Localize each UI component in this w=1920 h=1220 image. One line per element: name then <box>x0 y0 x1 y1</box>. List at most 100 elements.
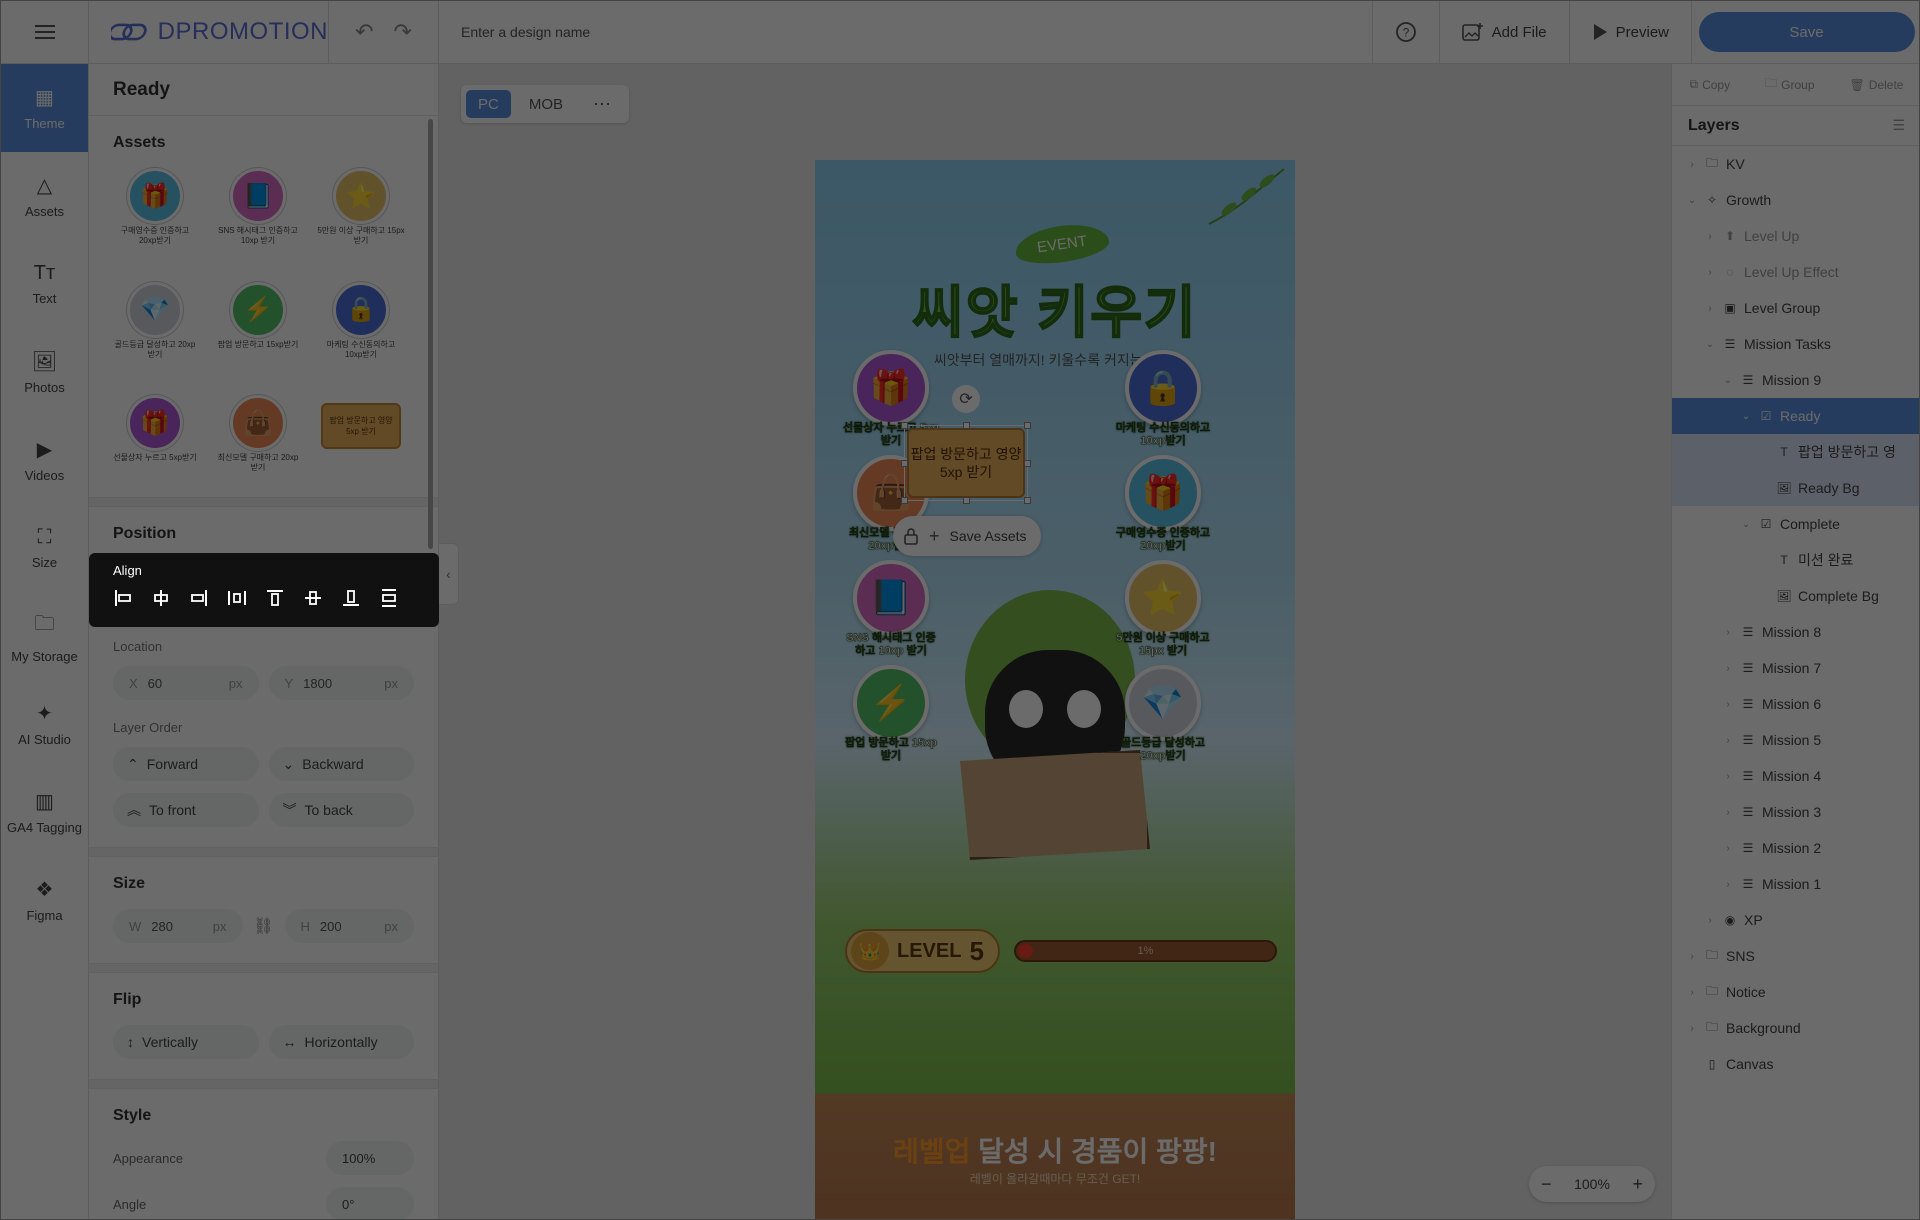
appearance-input[interactable]: 100% <box>326 1141 414 1175</box>
design-name-input[interactable]: Enter a design name <box>439 1 1372 64</box>
asset-item[interactable]: 팝업 방문하고 영양 5xp 받기 <box>317 395 405 477</box>
chevron-down-icon[interactable]: ⌄ <box>1704 339 1716 350</box>
mission-badge[interactable]: 🔒 마케팅 수신동의하고 10xp받기 <box>1115 350 1211 448</box>
layer-item[interactable]: › ☰ Mission 2 <box>1672 830 1919 866</box>
collapse-all-icon[interactable]: ☰ <box>1892 117 1905 134</box>
collapse-panel-button[interactable]: ‹ <box>439 543 459 605</box>
resize-handle[interactable] <box>901 497 908 504</box>
resize-handle[interactable] <box>1024 460 1031 467</box>
asset-item[interactable]: ⚡ 팝업 방문하고 15xp받기 <box>214 281 302 364</box>
group-button[interactable]: 🗀 Group <box>1765 74 1814 95</box>
chevron-right-icon[interactable]: › <box>1722 771 1734 782</box>
chevron-right-icon[interactable]: › <box>1722 879 1734 890</box>
mission-badge[interactable]: 💎 골드등급 달성하고 20xp받기 <box>1115 665 1211 763</box>
layer-item[interactable]: ⌄ ✧ Growth <box>1672 182 1919 218</box>
nav-item-photos[interactable]: 🖼 Photos <box>1 328 88 416</box>
layer-item[interactable]: › 🗀 Notice <box>1672 974 1919 1010</box>
height-field[interactable]: H 200 px <box>284 909 414 943</box>
x-field[interactable]: X 60 px <box>113 666 259 700</box>
layer-item[interactable]: › ◌ Level Up Effect <box>1672 254 1919 290</box>
panel-scrollbar[interactable] <box>428 119 433 549</box>
redo-icon[interactable]: ↷ <box>394 19 412 45</box>
nav-item-assets[interactable]: △ Assets <box>1 152 88 240</box>
nav-item-figma[interactable]: ❖ Figma <box>1 856 88 944</box>
layer-item[interactable]: › 🗀 SNS <box>1672 938 1919 974</box>
layer-item[interactable]: › ◉ XP <box>1672 902 1919 938</box>
lock-icon[interactable] <box>903 527 919 545</box>
backward-button[interactable]: ⌄ Backward <box>268 747 414 781</box>
chevron-down-icon[interactable]: ⌄ <box>1740 519 1752 530</box>
zoom-in-icon[interactable]: + <box>1632 1174 1643 1195</box>
layer-item[interactable]: › 🗀 Background <box>1672 1010 1919 1046</box>
layer-item[interactable]: T 팝업 방문하고 영 <box>1672 434 1919 470</box>
asset-item[interactable]: 🎁 선물상자 누르고 5xp받기 <box>111 395 199 477</box>
align-left-icon[interactable] <box>113 588 133 608</box>
chevron-right-icon[interactable]: › <box>1704 231 1716 242</box>
chevron-right-icon[interactable]: › <box>1704 915 1716 926</box>
layer-item[interactable]: › ☰ Mission 6 <box>1672 686 1919 722</box>
align-bottom-icon[interactable] <box>341 588 361 608</box>
chevron-right-icon[interactable]: › <box>1686 951 1698 962</box>
save-button[interactable]: Save <box>1698 12 1915 52</box>
layer-item[interactable]: › ☰ Mission 8 <box>1672 614 1919 650</box>
chevron-right-icon[interactable]: › <box>1722 843 1734 854</box>
layer-item[interactable]: › ☰ Mission 7 <box>1672 650 1919 686</box>
chevron-right-icon[interactable]: › <box>1722 735 1734 746</box>
unlink-icon[interactable]: ⛓ <box>253 916 275 936</box>
logo[interactable]: DPROMOTION <box>89 1 329 64</box>
selection-box[interactable] <box>901 422 1031 504</box>
layer-item[interactable]: 🖼 Complete Bg <box>1672 578 1919 614</box>
layer-item[interactable]: ⌄ ☑ Complete <box>1672 506 1919 542</box>
rotate-icon[interactable]: ⟳ <box>952 385 980 413</box>
zoom-out-icon[interactable]: − <box>1541 1174 1552 1195</box>
chevron-right-icon[interactable]: › <box>1722 699 1734 710</box>
resize-handle[interactable] <box>901 460 908 467</box>
asset-item[interactable]: 👜 최신모델 구매하고 20xp받기 <box>214 395 302 477</box>
layer-item[interactable]: › ⬆ Level Up <box>1672 218 1919 254</box>
chevron-down-icon[interactable]: ⌄ <box>1686 195 1698 206</box>
chevron-right-icon[interactable]: › <box>1722 663 1734 674</box>
menu-button[interactable] <box>1 1 89 64</box>
to-front-button[interactable]: ︽ To front <box>113 793 259 827</box>
nav-item-text[interactable]: Tт Text <box>1 240 88 328</box>
align-center-horizontal-icon[interactable] <box>151 588 171 608</box>
mission-badge[interactable]: 📘 SNS 해시태그 인증하고 10xp 받기 <box>843 560 939 658</box>
distribute-horizontal-icon[interactable] <box>227 588 247 608</box>
layer-item[interactable]: T 미션 완료 <box>1672 542 1919 578</box>
resize-handle[interactable] <box>963 422 970 429</box>
angle-input[interactable]: 0° <box>326 1187 414 1219</box>
nav-item-my-storage[interactable]: 🗀 My Storage <box>1 592 88 680</box>
layer-item[interactable]: › ☰ Mission 4 <box>1672 758 1919 794</box>
chevron-right-icon[interactable]: › <box>1722 807 1734 818</box>
asset-item[interactable]: 📘 SNS 해시태그 인증하고 10xp 받기 <box>214 168 302 250</box>
layer-item[interactable]: ⌄ ☰ Mission Tasks <box>1672 326 1919 362</box>
layer-item[interactable]: › ☰ Mission 5 <box>1672 722 1919 758</box>
chevron-down-icon[interactable]: ⌄ <box>1722 375 1734 386</box>
delete-button[interactable]: 🗑 Delete <box>1850 78 1904 92</box>
chevron-right-icon[interactable]: › <box>1704 267 1716 278</box>
width-field[interactable]: W 280 px <box>113 909 243 943</box>
nav-item-ai-studio[interactable]: ✦ AI Studio <box>1 680 88 768</box>
layer-item[interactable]: 🖼 Ready Bg <box>1672 470 1919 506</box>
mission-badge[interactable]: 🎁 구매영수증 인증하고 20xp받기 <box>1115 455 1211 553</box>
resize-handle[interactable] <box>901 422 908 429</box>
more-options-icon[interactable]: ⋯ <box>581 90 624 118</box>
layer-item[interactable]: › ☰ Mission 3 <box>1672 794 1919 830</box>
asset-item[interactable]: 💎 골드등급 달성하고 20xp받기 <box>111 281 199 364</box>
copy-button[interactable]: ⧉ Copy <box>1690 77 1731 92</box>
align-right-icon[interactable] <box>189 588 209 608</box>
resize-handle[interactable] <box>963 497 970 504</box>
forward-button[interactable]: ⌃ Forward <box>113 747 259 781</box>
layer-item[interactable]: › 🗀 KV <box>1672 146 1919 182</box>
nav-item-ga4-tagging[interactable]: ▥ GA4 Tagging <box>1 768 88 856</box>
mission-badge[interactable]: ⚡ 팝업 방문하고 15xp받기 <box>843 665 939 763</box>
resize-handle[interactable] <box>1024 422 1031 429</box>
layer-item[interactable]: ▯ Canvas <box>1672 1046 1919 1082</box>
undo-icon[interactable]: ↶ <box>355 19 373 45</box>
resize-handle[interactable] <box>1024 497 1031 504</box>
asset-item[interactable]: 🎁 구매영수증 인증하고 20xp받기 <box>111 168 199 250</box>
artboard[interactable]: EVENT 씨앗 키우기 씨앗부터 열매까지! 키울수록 커지는 혜택! 🎁 선물… <box>815 160 1295 1219</box>
chevron-right-icon[interactable]: › <box>1686 159 1698 170</box>
mission-badge[interactable]: ⭐ 5만원 이상 구매하고 15px 받기 <box>1115 560 1211 658</box>
asset-item[interactable]: ⭐ 5만원 이상 구매하고 15px 받기 <box>317 168 405 250</box>
